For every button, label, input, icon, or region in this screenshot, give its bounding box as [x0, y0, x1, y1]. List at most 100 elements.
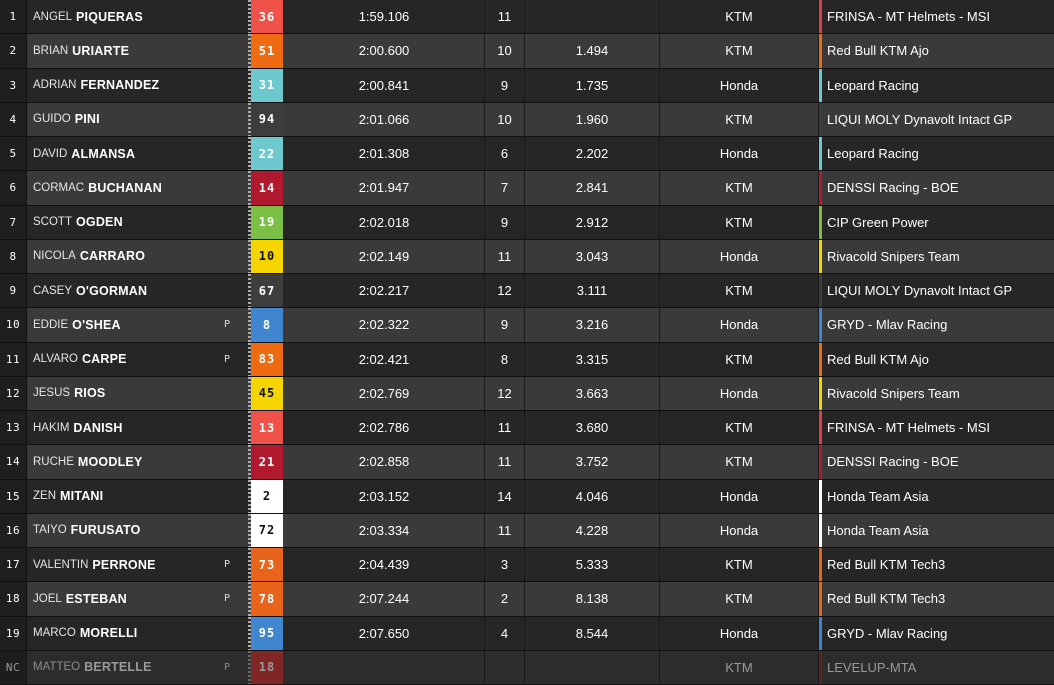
- rider-last-name: CARPE: [81, 352, 127, 367]
- rider-last-name: BUCHANAN: [88, 180, 162, 195]
- rider-number-cell: 94: [248, 102, 284, 136]
- constructor: KTM: [659, 548, 818, 582]
- rider-first-name: RUCHE: [33, 455, 74, 468]
- team-cell[interactable]: Honda Team Asia: [818, 479, 1054, 513]
- team-name: CIP Green Power: [827, 214, 929, 230]
- team-cell[interactable]: FRINSA - MT Helmets - MSI: [818, 0, 1054, 34]
- rider-name[interactable]: HAKIM DANISH: [27, 411, 248, 444]
- result-row[interactable]: 10 EDDIE O'SHEA P 8 2:02.322 9 3.216 Hon…: [0, 308, 1054, 343]
- constructor: Honda: [659, 239, 818, 273]
- result-row[interactable]: 9 CASEY O'GORMAN 67 2:02.217 12 3.111 KT…: [0, 274, 1054, 309]
- result-row[interactable]: 15 ZEN MITANI 2 2:03.152 14 4.046 Honda …: [0, 479, 1054, 514]
- team-cell[interactable]: LEVELUP-MTA: [818, 650, 1054, 684]
- rider-name[interactable]: EDDIE O'SHEA P: [27, 308, 248, 341]
- position: 17: [0, 548, 27, 582]
- rider-number-badge: 8: [251, 308, 283, 342]
- gap: 8.544: [524, 616, 659, 650]
- team-cell[interactable]: LIQUI MOLY Dynavolt Intact GP: [818, 102, 1054, 136]
- team-cell[interactable]: GRYD - Mlav Racing: [818, 308, 1054, 342]
- gap: 3.680: [524, 411, 659, 445]
- rider-first-name: TAIYO: [33, 524, 67, 537]
- team-cell[interactable]: FRINSA - MT Helmets - MSI: [818, 411, 1054, 445]
- result-row[interactable]: 14 RUCHE MOODLEY 21 2:02.858 11 3.752 KT…: [0, 445, 1054, 480]
- result-row[interactable]: 4 GUIDO PINI 94 2:01.066 10 1.960 KTM LI…: [0, 102, 1054, 137]
- team-cell[interactable]: DENSSI Racing - BOE: [818, 171, 1054, 205]
- team-cell[interactable]: Red Bull KTM Tech3: [818, 548, 1054, 582]
- result-row[interactable]: 7 SCOTT OGDEN 19 2:02.018 9 2.912 KTM CI…: [0, 205, 1054, 240]
- result-row[interactable]: 3 ADRIAN FERNANDEZ 31 2:00.841 9 1.735 H…: [0, 68, 1054, 103]
- rider-name[interactable]: RUCHE MOODLEY: [27, 445, 248, 478]
- rider-name[interactable]: CASEY O'GORMAN: [27, 274, 248, 307]
- constructor: KTM: [659, 342, 818, 376]
- lap-time: 2:01.308: [358, 146, 410, 162]
- team-cell[interactable]: Rivacold Snipers Team: [818, 376, 1054, 410]
- position: 6: [0, 171, 27, 205]
- team-cell[interactable]: LIQUI MOLY Dynavolt Intact GP: [818, 274, 1054, 308]
- result-row[interactable]: 2 BRIAN URIARTE 51 2:00.600 10 1.494 KTM…: [0, 34, 1054, 69]
- team-cell[interactable]: Red Bull KTM Tech3: [818, 582, 1054, 616]
- rider-name[interactable]: BRIAN URIARTE: [27, 34, 248, 67]
- rider-name[interactable]: NICOLA CARRARO: [27, 240, 248, 273]
- rider-number-cell: 19: [248, 205, 284, 239]
- rider-first-name: ANGEL: [33, 10, 72, 23]
- rookie-marker: P: [224, 319, 231, 331]
- constructor: Honda: [659, 479, 818, 513]
- result-row[interactable]: 5 DAVID ALMANSA 22 2:01.308 6 2.202 Hond…: [0, 137, 1054, 172]
- rider-name[interactable]: GUIDO PINI: [27, 103, 248, 136]
- rookie-marker: P: [224, 353, 231, 365]
- rider-name[interactable]: JOEL ESTEBAN P: [27, 582, 248, 615]
- rider-name[interactable]: CORMAC BUCHANAN: [27, 171, 248, 204]
- team-cell[interactable]: DENSSI Racing - BOE: [818, 445, 1054, 479]
- rider-name[interactable]: ALVARO CARPE P: [27, 343, 248, 376]
- result-row[interactable]: 19 MARCO MORELLI 95 2:07.650 4 8.544 Hon…: [0, 616, 1054, 651]
- result-row[interactable]: 8 NICOLA CARRARO 10 2:02.149 11 3.043 Ho…: [0, 239, 1054, 274]
- rider-name[interactable]: SCOTT OGDEN: [27, 206, 248, 239]
- position: 1: [0, 0, 27, 34]
- lap-time: 2:02.769: [358, 385, 410, 401]
- position: NC: [0, 650, 27, 684]
- rider-name[interactable]: MATTEO BERTELLE P: [27, 651, 248, 684]
- rider-name[interactable]: MARCO MORELLI: [27, 617, 248, 650]
- lap-number: 10: [484, 102, 524, 136]
- team-color-bar: [819, 239, 822, 273]
- lap-number: 4: [484, 616, 524, 650]
- team-cell[interactable]: Honda Team Asia: [818, 513, 1054, 547]
- rider-name[interactable]: TAIYO FURUSATO: [27, 514, 248, 547]
- lap-time: 2:03.334: [358, 522, 410, 538]
- rider-name[interactable]: VALENTIN PERRONE P: [27, 548, 248, 581]
- rider-number-cell: 8: [248, 308, 284, 342]
- dotted-separator: [248, 34, 251, 68]
- team-cell[interactable]: Leopard Racing: [818, 137, 1054, 171]
- rider-name[interactable]: ADRIAN FERNANDEZ: [27, 69, 248, 102]
- result-row[interactable]: 17 VALENTIN PERRONE P 73 2:04.439 3 5.33…: [0, 548, 1054, 583]
- rider-last-name: MORELLI: [79, 626, 138, 641]
- result-row[interactable]: 1 ANGEL PIQUERAS 36 1:59.106 11 KTM FRIN…: [0, 0, 1054, 35]
- team-name: LIQUI MOLY Dynavolt Intact GP: [827, 283, 1013, 299]
- position: 18: [0, 582, 27, 616]
- rider-name[interactable]: JESUS RIOS: [27, 377, 248, 410]
- team-cell[interactable]: Rivacold Snipers Team: [818, 239, 1054, 273]
- result-row[interactable]: NC MATTEO BERTELLE P 18 KTM LEVELUP-MTA: [0, 650, 1054, 685]
- rider-number-cell: 18: [248, 650, 284, 684]
- rider-name[interactable]: ZEN MITANI: [27, 480, 248, 513]
- team-cell[interactable]: Red Bull KTM Ajo: [818, 342, 1054, 376]
- team-cell[interactable]: Leopard Racing: [818, 68, 1054, 102]
- gap: 3.043: [524, 239, 659, 273]
- team-cell[interactable]: CIP Green Power: [818, 205, 1054, 239]
- result-row[interactable]: 16 TAIYO FURUSATO 72 2:03.334 11 4.228 H…: [0, 513, 1054, 548]
- team-cell[interactable]: GRYD - Mlav Racing: [818, 616, 1054, 650]
- result-row[interactable]: 6 CORMAC BUCHANAN 14 2:01.947 7 2.841 KT…: [0, 171, 1054, 206]
- result-row[interactable]: 13 HAKIM DANISH 13 2:02.786 11 3.680 KTM…: [0, 411, 1054, 446]
- dotted-separator: [248, 137, 251, 171]
- rider-name[interactable]: DAVID ALMANSA: [27, 137, 248, 170]
- result-row[interactable]: 12 JESUS RIOS 45 2:02.769 12 3.663 Honda…: [0, 376, 1054, 411]
- gap: 3.111: [524, 274, 659, 308]
- team-color-bar: [819, 171, 822, 205]
- gap: [524, 650, 659, 684]
- team-cell[interactable]: Red Bull KTM Ajo: [818, 34, 1054, 68]
- rider-number-cell: 14: [248, 171, 284, 205]
- result-row[interactable]: 18 JOEL ESTEBAN P 78 2:07.244 2 8.138 KT…: [0, 582, 1054, 617]
- result-row[interactable]: 11 ALVARO CARPE P 83 2:02.421 8 3.315 KT…: [0, 342, 1054, 377]
- rider-name[interactable]: ANGEL PIQUERAS: [27, 0, 248, 33]
- team-color-bar: [819, 102, 822, 136]
